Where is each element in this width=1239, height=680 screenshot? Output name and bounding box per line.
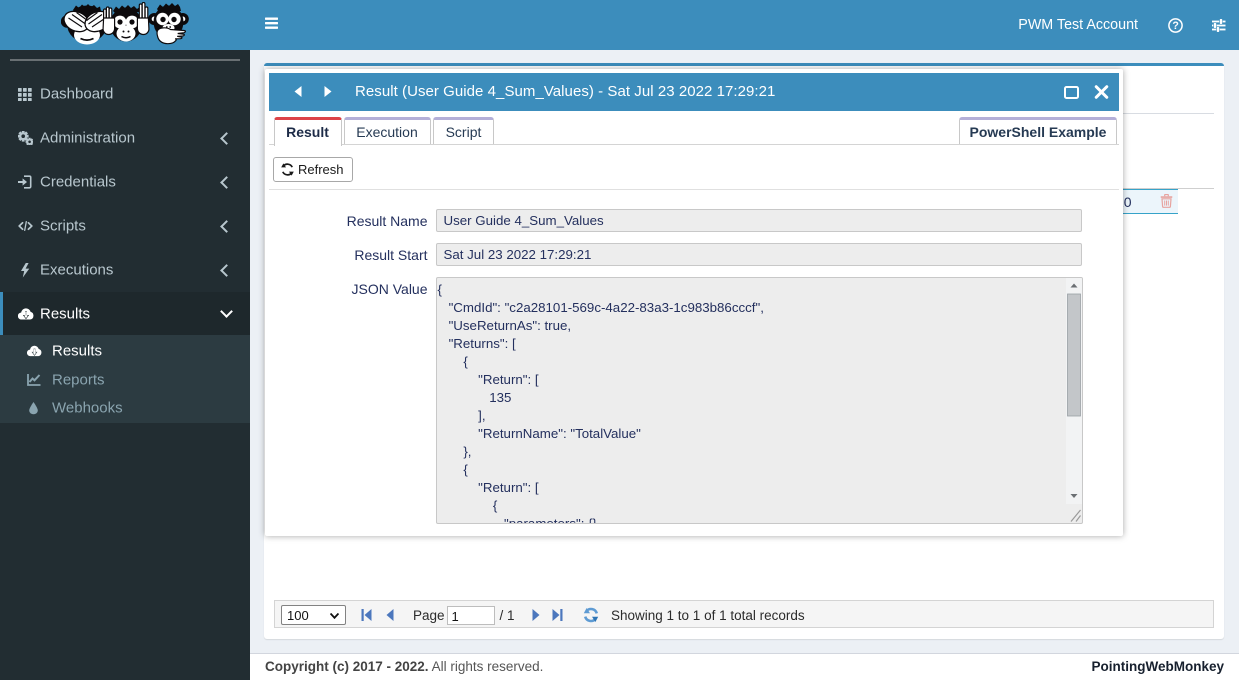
svg-text:?: ? — [1172, 20, 1178, 32]
